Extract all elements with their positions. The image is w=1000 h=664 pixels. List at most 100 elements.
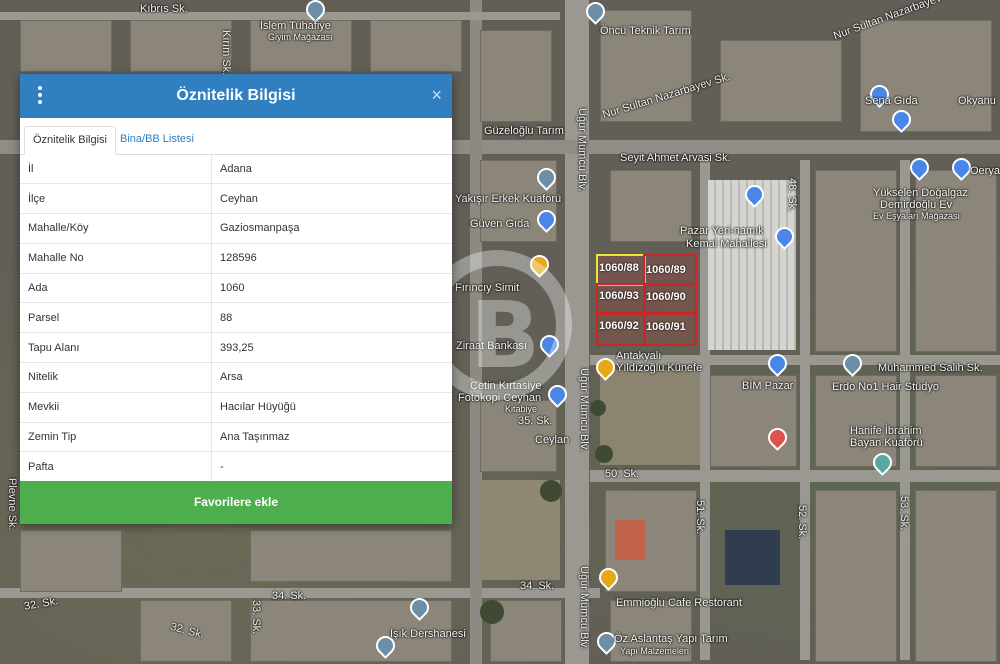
- attribute-value: Gaziosmanpaşa: [211, 213, 452, 244]
- poi-label: Sena Gıda: [865, 95, 918, 107]
- table-row: İlçe Ceyhan: [20, 183, 452, 215]
- attribute-value: 128596: [211, 243, 452, 274]
- poi-label: Ev Eşyaları Mağazası: [873, 211, 961, 221]
- building: [720, 40, 842, 122]
- add-to-favorites-button[interactable]: Favorilere ekle: [20, 481, 452, 524]
- parcel-label: 1060/90: [646, 291, 686, 303]
- building: [20, 20, 112, 72]
- poi-label: Kitabiye: [505, 404, 538, 414]
- vertical-dots-icon[interactable]: [34, 86, 46, 106]
- poi-label: Demirdoğlu Ev: [880, 199, 953, 211]
- poi-label: Öz Aslantaş Yapı Tarım: [614, 633, 728, 645]
- tree: [590, 400, 606, 416]
- attribute-value: Adana: [211, 154, 452, 185]
- street-label: Seyit Ahmet Arvasi Sk.: [620, 152, 731, 164]
- attribute-info-dialog: Öznitelik Bilgisi × Öznitelik Bilgisi Bi…: [20, 74, 452, 524]
- road: [590, 470, 1000, 482]
- poi-label: İslem Tuhafiye: [260, 20, 331, 32]
- street-label: Muhammed Salih Sk.: [878, 362, 983, 374]
- table-row: Pafta -: [20, 451, 452, 483]
- building-roof: [725, 530, 780, 585]
- poi-label: Ceylan: [535, 434, 570, 446]
- attribute-key: Pafta: [20, 451, 212, 483]
- attribute-key: Zemin Tip: [20, 422, 212, 453]
- street-label: 52. Sk.: [796, 505, 808, 540]
- table-row: İl Adana: [20, 154, 452, 185]
- building: [130, 20, 232, 72]
- close-icon[interactable]: ×: [431, 84, 442, 106]
- poi-label: Yıldızoğlu Künefe: [616, 362, 703, 374]
- table-row: Nitelik Arsa: [20, 362, 452, 393]
- attribute-key: Parsel: [20, 302, 212, 334]
- tree: [480, 600, 504, 624]
- table-row: Tapu Alanı 393,25: [20, 332, 452, 364]
- parcel-label: 1060/89: [646, 264, 686, 276]
- poi-label: Yükselen Doğalgaz: [873, 187, 968, 199]
- table-row: Ada 1060: [20, 273, 452, 304]
- attribute-key: Mevkii: [20, 392, 212, 423]
- poi-label: Güzeloğlu Tarım: [484, 125, 564, 137]
- attribute-value: 393,25: [211, 332, 452, 364]
- parcel-label: 1060/91: [646, 321, 686, 333]
- attribute-key: Tapu Alanı: [20, 332, 212, 364]
- poi-label: Yapı Malzemeleri: [620, 646, 689, 656]
- poi-label: Işık Dershanesi: [390, 628, 466, 640]
- street-label: 34. Sk.: [520, 580, 555, 592]
- building: [20, 530, 122, 592]
- street-label: Kırım Sk.: [220, 30, 232, 76]
- attribute-table: İl Adana İlçe Ceyhan Mahalle/Köy Gaziosmanp…: [20, 154, 452, 483]
- watermark-logo-mark: B: [470, 282, 541, 389]
- poi-label: Hanife İbrahim: [850, 425, 922, 437]
- dialog-title: Öznitelik Bilgisi: [176, 87, 296, 104]
- street-label: 48. Sk.: [786, 178, 798, 213]
- attribute-value: 88: [211, 302, 452, 334]
- poi-label: Oerya: [970, 165, 1000, 177]
- attribute-key: Nitelik: [20, 362, 212, 393]
- poi-label: Emmioğlu Cafe Restorant: [616, 597, 742, 609]
- street-label: Uğur Mumcu Blv.: [578, 368, 590, 452]
- table-row: Mahalle/Köy Gaziosmanpaşa: [20, 213, 452, 244]
- empty-lot: [600, 370, 700, 465]
- attribute-key: İl: [20, 154, 212, 185]
- attribute-key: Mahalle No: [20, 243, 212, 274]
- street-label: Uğur Mumcu Blv.: [578, 566, 590, 650]
- poi-label: Pazar Yeri-namık: [680, 225, 764, 237]
- tab-attribute-info[interactable]: Öznitelik Bilgisi: [24, 126, 116, 155]
- street-label: 34. Sk.: [272, 590, 307, 602]
- street-label: 53. Sk.: [898, 496, 910, 531]
- attribute-value: Arsa: [211, 362, 452, 393]
- dialog-tabs: Öznitelik Bilgisi Bina/BB Listesi: [20, 118, 452, 155]
- parcel-label: 1060/92: [599, 320, 639, 332]
- building: [860, 20, 992, 132]
- tab-building-list[interactable]: Bina/BB Listesi: [112, 126, 202, 153]
- table-row: Mevkii Hacılar Hüyüğü: [20, 392, 452, 423]
- poi-label: Öncü Teknik Tarım: [600, 25, 691, 37]
- tree: [540, 480, 562, 502]
- poi-label: BİM Pazar: [742, 380, 794, 392]
- table-row: Mahalle No 128596: [20, 243, 452, 274]
- poi-label: Okyanu: [958, 95, 996, 107]
- attribute-key: Ada: [20, 273, 212, 304]
- poi-label: Antakyalı: [616, 350, 662, 362]
- attribute-key: İlçe: [20, 183, 212, 215]
- attribute-key: Mahalle/Köy: [20, 213, 212, 244]
- road: [900, 160, 910, 660]
- poi-label: Erdo No1 Hair Stüdyo: [832, 381, 939, 393]
- building: [370, 20, 462, 72]
- dialog-header: Öznitelik Bilgisi ×: [20, 74, 452, 118]
- table-row: Zemin Tip Ana Taşınmaz: [20, 422, 452, 453]
- street-label: 51. Sk.: [694, 500, 706, 535]
- building-roof: [615, 520, 645, 560]
- street-label: 35. Sk.: [518, 415, 553, 427]
- parcel-label: 1060/93: [599, 290, 639, 302]
- building: [250, 530, 452, 582]
- attribute-value: -: [211, 451, 452, 483]
- road: [0, 12, 560, 20]
- attribute-value: 1060: [211, 273, 452, 304]
- street-label: Uğur Mumcu Blv.: [576, 108, 588, 192]
- poi-label: Bayan Kuaförü: [850, 437, 923, 449]
- street-label: Plevne Sk.: [6, 478, 18, 531]
- road: [800, 160, 810, 660]
- street-label: 33. Sk.: [250, 600, 262, 635]
- street-label: 50. Sk.: [605, 468, 640, 480]
